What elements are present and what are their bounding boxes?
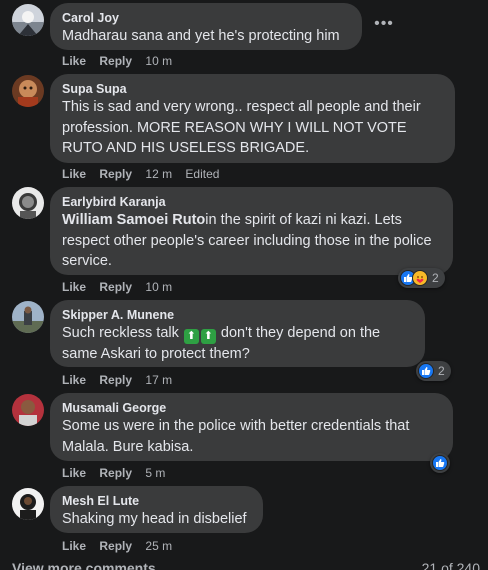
comment-timestamp[interactable]: 17 m <box>145 373 172 387</box>
comment-actions: Like Reply 12 m Edited <box>62 166 229 182</box>
like-reaction-icon <box>418 363 434 379</box>
comment-bubble: Supa Supa This is sad and very wrong.. r… <box>50 74 455 163</box>
edited-label: Edited <box>185 167 220 181</box>
comment-timestamp[interactable]: 12 m <box>145 167 172 181</box>
avatar[interactable] <box>12 187 44 219</box>
comment-count: 21 of 240 <box>421 560 480 570</box>
reply-button[interactable]: Reply <box>99 466 132 480</box>
reply-button[interactable]: Reply <box>99 167 132 181</box>
comment-actions: Like Reply 10 m <box>62 53 182 69</box>
reaction-summary[interactable]: 2 <box>416 361 451 381</box>
reaction-summary[interactable] <box>430 453 450 473</box>
reaction-count: 2 <box>432 271 439 285</box>
like-button[interactable]: Like <box>62 539 86 553</box>
reply-button[interactable]: Reply <box>99 54 132 68</box>
comment-actions: Like Reply 5 m <box>62 465 175 481</box>
avatar[interactable] <box>12 4 44 36</box>
comment-author[interactable]: Mesh El Lute <box>62 493 251 509</box>
like-button[interactable]: Like <box>62 167 86 181</box>
comment-bubble: Carol Joy Madharau sana and yet he's pro… <box>50 3 362 50</box>
avatar[interactable] <box>12 488 44 520</box>
comment-bubble: Skipper A. Munene Such reckless talk ⬆ ⬆ … <box>50 300 425 367</box>
comment-author[interactable]: Earlybird Karanja <box>62 194 441 210</box>
comment-author[interactable]: Supa Supa <box>62 81 443 97</box>
comment-author[interactable]: Skipper A. Munene <box>62 307 413 323</box>
like-button[interactable]: Like <box>62 54 86 68</box>
more-options-icon[interactable]: ••• <box>368 8 400 40</box>
reply-button[interactable]: Reply <box>99 539 132 553</box>
comment-text: This is sad and very wrong.. respect all… <box>62 99 421 156</box>
avatar[interactable] <box>12 301 44 333</box>
comment-text: Such reckless talk ⬆ ⬆ don't they depend … <box>62 323 413 365</box>
comment-author[interactable]: Carol Joy <box>62 10 350 26</box>
comment-timestamp[interactable]: 5 m <box>145 466 165 480</box>
up-arrow-emoji-icon: ⬆ <box>200 329 216 344</box>
comment-author[interactable]: Musamali George <box>62 400 441 416</box>
comment-bubble: Mesh El Lute Shaking my head in disbelie… <box>50 486 263 533</box>
reply-button[interactable]: Reply <box>99 373 132 387</box>
comment-timestamp[interactable]: 10 m <box>145 280 172 294</box>
comment-timestamp[interactable]: 10 m <box>145 54 172 68</box>
like-button[interactable]: Like <box>62 280 86 294</box>
comment-actions: Like Reply 10 m <box>62 279 182 295</box>
like-button[interactable]: Like <box>62 466 86 480</box>
reply-button[interactable]: Reply <box>99 280 132 294</box>
reaction-count: 2 <box>438 364 445 378</box>
view-more-comments-link[interactable]: View more comments <box>12 560 156 570</box>
comment-text-part: Such reckless talk <box>62 325 179 341</box>
comment-text: Madharau sana and yet he's protecting hi… <box>62 28 340 44</box>
comment-bubble: Musamali George Some us were in the poli… <box>50 393 453 461</box>
comment-actions: Like Reply 25 m <box>62 538 182 554</box>
comment-actions: Like Reply 17 m <box>62 372 182 388</box>
like-button[interactable]: Like <box>62 373 86 387</box>
up-arrow-emoji-icon: ⬆ <box>183 329 199 344</box>
comment-timestamp[interactable]: 25 m <box>145 539 172 553</box>
care-reaction-icon <box>412 270 428 286</box>
reaction-summary[interactable]: 2 <box>398 268 445 288</box>
comment-text: Shaking my head in disbelief <box>62 511 247 527</box>
comment-bubble: Earlybird Karanja William Samoei Rutoin … <box>50 187 453 275</box>
comment-text: Some us were in the police with better c… <box>62 418 410 455</box>
mention-link[interactable]: William Samoei Ruto <box>62 212 205 228</box>
avatar[interactable] <box>12 75 44 107</box>
like-reaction-icon <box>432 455 448 471</box>
comment-text: William Samoei Rutoin the spirit of kazi… <box>62 210 441 272</box>
avatar[interactable] <box>12 394 44 426</box>
